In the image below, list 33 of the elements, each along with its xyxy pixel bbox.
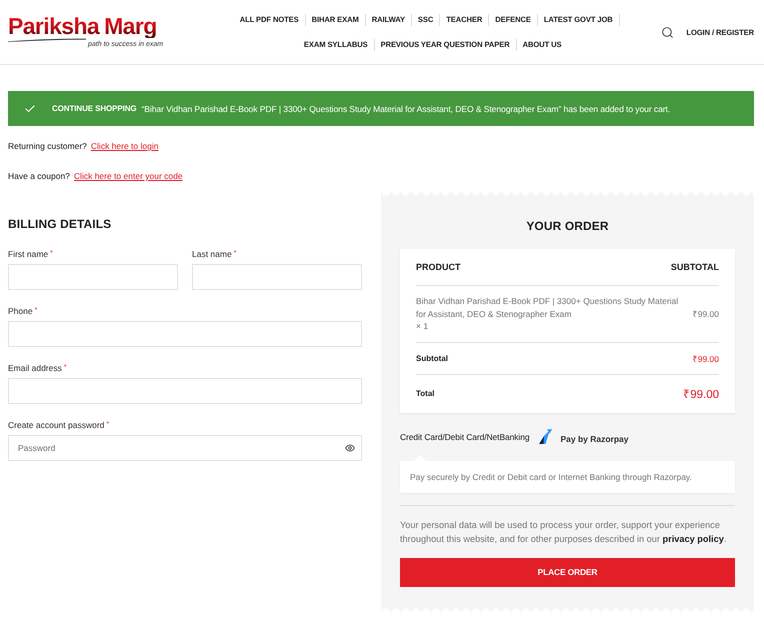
input-field[interactable]: [8, 378, 362, 404]
billing-title: BILLING DETAILS: [8, 216, 112, 232]
total-amount: ₹99.00: [683, 388, 719, 401]
continue-shopping-link[interactable]: CONTINUE SHOPPING: [52, 104, 137, 113]
column-header: SUBTOTAL: [670, 262, 719, 272]
eye-icon[interactable]: [345, 443, 355, 453]
product-price: ₹99.00: [692, 308, 719, 320]
swoosh-icon: [8, 38, 86, 42]
place-order-button[interactable]: PLACE ORDER: [400, 558, 735, 586]
total-label: Total: [416, 389, 435, 398]
input-field[interactable]: [192, 264, 362, 290]
privacy-notice: Your personal data will be used to process your order, support your experience throughout this website, and for other purposes described in our privacy policy.: [400, 518, 728, 546]
payment-provider-label: Pay by Razorpay: [560, 434, 628, 444]
product-quantity: × 1: [416, 320, 428, 332]
search-icon[interactable]: [661, 26, 674, 38]
order-title: YOUR ORDER: [525, 218, 610, 234]
column-header: PRODUCT: [416, 262, 460, 272]
payment-provider-logo-icon: [539, 429, 552, 444]
input-field[interactable]: [8, 264, 178, 290]
prompt-link[interactable]: Click here to login: [90, 141, 158, 151]
prompt-text: Returning customer?: [8, 141, 87, 151]
payment-description: Pay securely by Credit or Debit card or Internet Banking through Razorpay.: [410, 472, 692, 482]
check-icon: [24, 102, 36, 114]
prompt-text: Have a coupon?: [8, 171, 70, 181]
input-field[interactable]: [8, 321, 362, 347]
payment-method-label: Credit Card/Debit Card/NetBanking: [400, 432, 530, 442]
password-field[interactable]: Password: [8, 435, 362, 461]
subtotal-label: Subtotal: [416, 354, 448, 362]
subtotal-amount: ₹99.00: [692, 352, 719, 364]
prompt-link[interactable]: Click here to enter your code: [74, 171, 183, 181]
product-name: Bihar Vidhan Parishad E-Book PDF | 3300+ Questions Study Material for Assistant, DEO & Stenographer Exam: [416, 295, 680, 320]
privacy-policy-link[interactable]: privacy policy: [662, 534, 724, 544]
notice-message: “Bihar Vidhan Parishad E-Book PDF | 3300+ Questions Study Material for Assistant, DEO & Stenographer Exam” has been added to your cart.: [142, 104, 670, 114]
